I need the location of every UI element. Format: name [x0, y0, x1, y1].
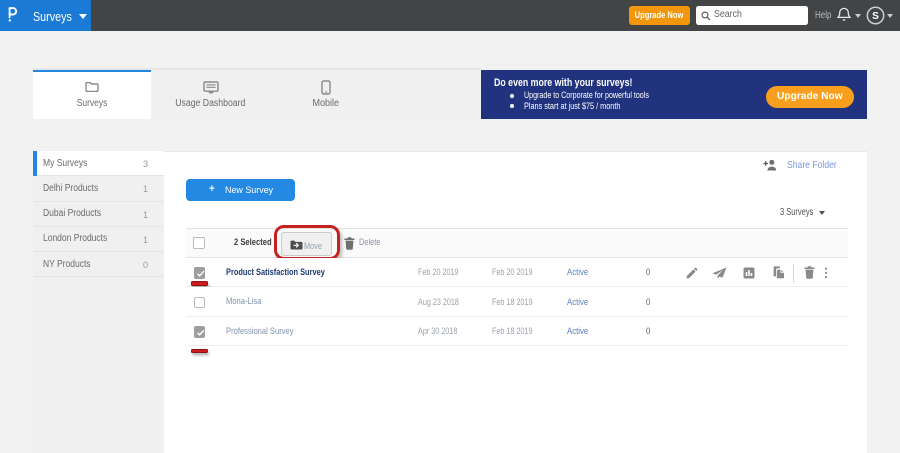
svg-text:S: S	[872, 11, 879, 22]
